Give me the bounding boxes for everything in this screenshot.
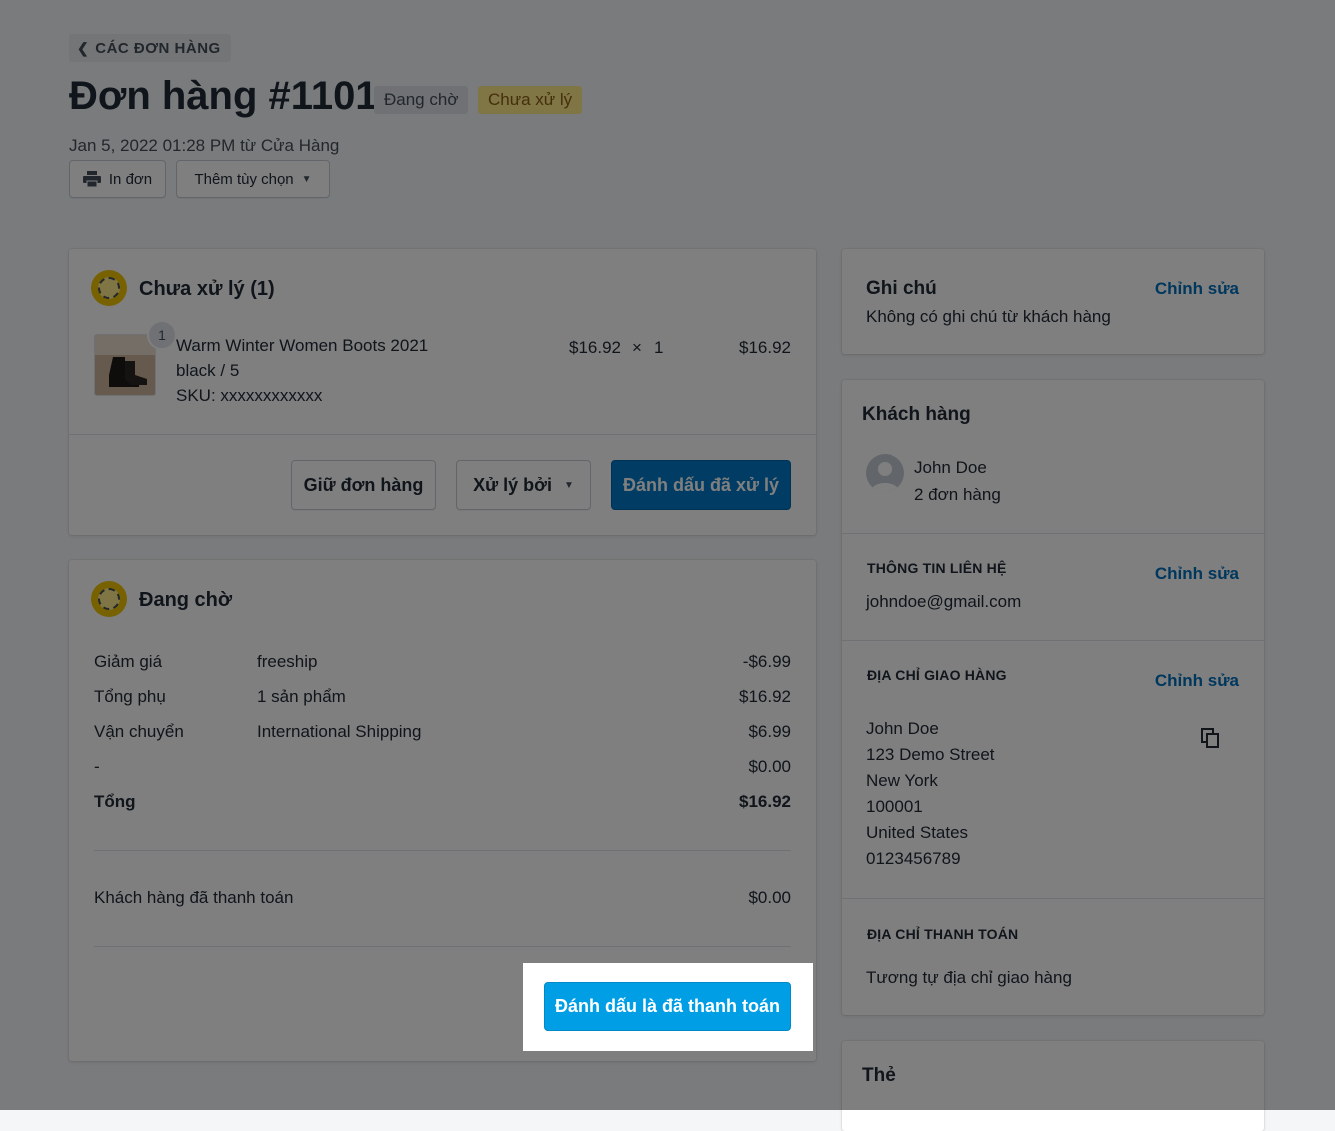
status-badge-unfulfilled: Chưa xử lý — [478, 86, 583, 114]
payment-row-label: - — [94, 757, 100, 776]
payment-row-amount: $16.92 — [739, 687, 791, 706]
avatar — [866, 454, 904, 492]
product-thumbnail — [94, 334, 156, 396]
product-variant: black / 5 — [176, 361, 240, 380]
divider — [842, 898, 1264, 899]
unfulfilled-card: Chưa xử lý (1) 1 Warm Winter Women Boots… — [69, 249, 816, 535]
quantity-badge: 1 — [147, 320, 177, 350]
tags-card: Thẻ — [842, 1041, 1264, 1131]
mark-paid-button[interactable]: Đánh dấu là đã thanh toán — [544, 982, 791, 1031]
boots-image — [95, 335, 155, 395]
mark-paid-label: Đánh dấu là đã thanh toán — [554, 996, 780, 1016]
payment-row-amount: $6.99 — [748, 722, 791, 741]
notes-card: Ghi chú Chỉnh sửa Không có ghi chú từ kh… — [842, 249, 1264, 354]
product-name-link[interactable]: Warm Winter Women Boots 2021 — [176, 336, 428, 356]
unfulfilled-status-icon — [91, 270, 127, 306]
customer-email: johndoe@gmail.com — [866, 592, 1022, 611]
chevron-left-icon: ❮ — [77, 39, 90, 56]
more-options-button[interactable]: Thêm tùy chọn ▼ — [176, 160, 330, 198]
mark-fulfilled-label: Đánh dấu đã xử lý — [622, 474, 780, 495]
copy-address-icon — [1201, 728, 1219, 748]
paid-amount: $0.00 — [748, 888, 791, 907]
caret-down-icon: ▼ — [301, 173, 312, 185]
status-badge-pending: Đang chờ — [374, 86, 469, 114]
payment-row-desc: International Shipping — [257, 722, 422, 741]
notes-title: Ghi chú — [866, 278, 937, 299]
billing-text: Tương tự địa chỉ giao hàng — [866, 968, 1072, 987]
payment-row-desc: freeship — [257, 652, 318, 671]
billing-address-title: ĐỊA CHỈ THANH TOÁN — [867, 926, 1019, 942]
total-label: Tổng — [94, 792, 136, 811]
person-icon — [871, 462, 899, 492]
hold-order-button[interactable]: Giữ đơn hàng — [291, 460, 436, 510]
paid-label: Khách hàng đã thanh toán — [94, 888, 294, 907]
fulfill-by-dropdown[interactable]: Xử lý bởi ▼ — [456, 460, 591, 510]
shipping-line: 0123456789 — [866, 849, 961, 868]
item-quantity: 1 — [654, 338, 664, 357]
unit-price: $16.92 — [569, 338, 621, 357]
tags-title: Thẻ — [862, 1065, 896, 1086]
shipping-line: John Doe — [866, 719, 939, 738]
payment-row-label: Tổng phụ — [94, 687, 166, 706]
payment-row-label: Giảm giá — [94, 652, 163, 671]
payment-status-icon — [91, 581, 127, 617]
page-title: Đơn hàng #1101 — [69, 74, 378, 118]
hold-order-label: Giữ đơn hàng — [303, 474, 424, 495]
contact-edit-link[interactable]: Chỉnh sửa — [1155, 564, 1239, 584]
total-amount: $16.92 — [739, 792, 791, 811]
divider — [94, 850, 791, 851]
order-meta: Jan 5, 2022 01:28 PM từ Cửa Hàng — [69, 136, 340, 155]
caret-down-icon: ▼ — [563, 479, 574, 491]
product-sku: SKU: xxxxxxxxxxxx — [176, 386, 323, 405]
divider — [842, 640, 1264, 641]
printer-icon — [82, 171, 101, 187]
shipping-line: United States — [866, 823, 969, 842]
line-total: $16.92 — [739, 338, 791, 357]
back-label: CÁC ĐƠN HÀNG — [95, 39, 221, 57]
payment-row-label: Vận chuyển — [94, 722, 184, 741]
shipping-line: New York — [866, 771, 938, 790]
print-button[interactable]: In đơn — [69, 160, 166, 198]
more-options-label: Thêm tùy chọn — [194, 170, 294, 188]
copy-icon[interactable] — [1199, 727, 1221, 749]
times-sign: × — [632, 338, 642, 357]
notes-text: Không có ghi chú từ khách hàng — [866, 307, 1111, 326]
payment-row-desc: 1 sản phẩm — [257, 687, 346, 706]
print-label: In đơn — [108, 170, 153, 188]
back-to-orders-button[interactable]: ❮ CÁC ĐƠN HÀNG — [69, 34, 231, 62]
divider — [69, 434, 816, 435]
fulfill-by-label: Xử lý bởi — [473, 474, 552, 495]
shipping-edit-link[interactable]: Chỉnh sửa — [1155, 671, 1239, 691]
divider — [94, 946, 791, 947]
notes-edit-link[interactable]: Chỉnh sửa — [1155, 279, 1239, 299]
mark-fulfilled-button[interactable]: Đánh dấu đã xử lý — [611, 460, 791, 510]
shipping-address-title: ĐỊA CHỈ GIAO HÀNG — [867, 667, 1007, 683]
contact-info-title: THÔNG TIN LIÊN HỆ — [867, 560, 1007, 576]
payment-row-amount: $0.00 — [748, 757, 791, 776]
payment-title: Đang chờ — [139, 589, 233, 611]
customer-orders-link[interactable]: 2 đơn hàng — [914, 485, 1001, 505]
shipping-line: 100001 — [866, 797, 923, 816]
shipping-line: 123 Demo Street — [866, 745, 995, 764]
customer-title: Khách hàng — [862, 404, 971, 425]
payment-row-amount: -$6.99 — [742, 652, 791, 671]
divider — [842, 533, 1264, 534]
customer-name-link[interactable]: John Doe — [914, 458, 987, 478]
customer-card: Khách hàng John Doe 2 đơn hàng THÔNG TIN… — [842, 380, 1264, 1015]
unfulfilled-title: Chưa xử lý (1) — [139, 278, 275, 300]
